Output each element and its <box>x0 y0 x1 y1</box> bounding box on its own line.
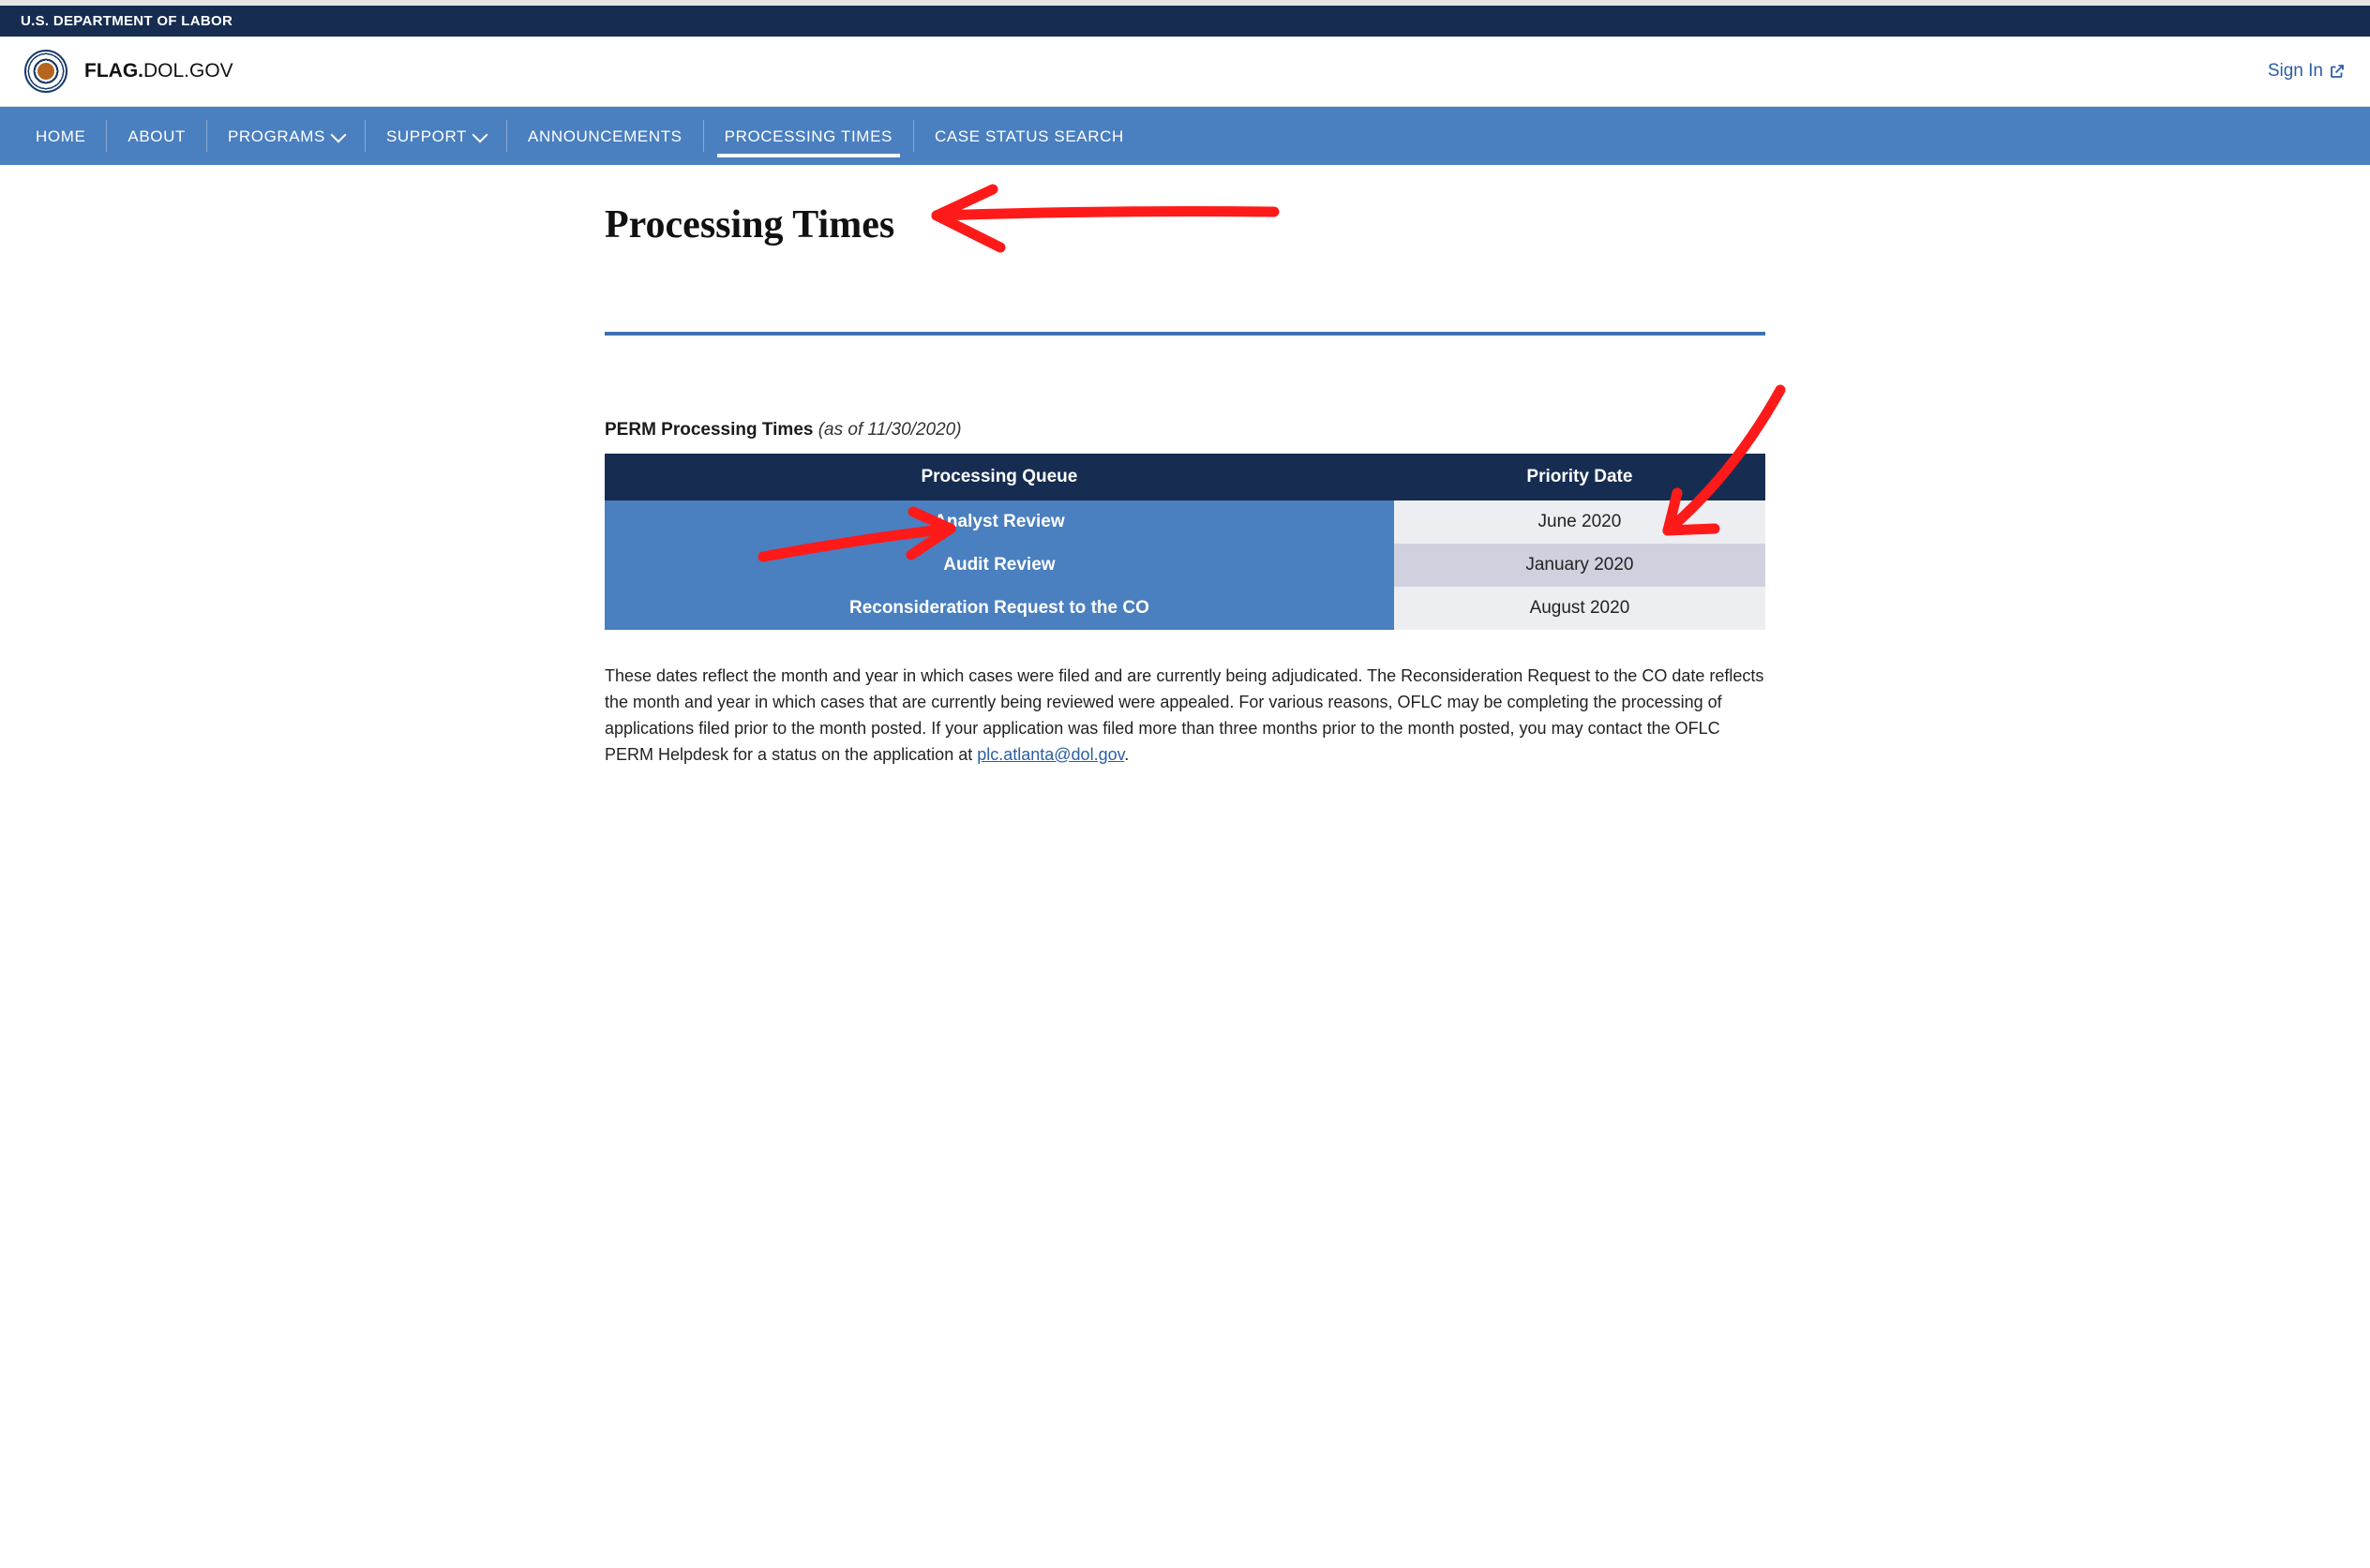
processing-times-table: Processing Queue Priority Date Analyst R… <box>605 454 1765 630</box>
site-title-bold: FLAG. <box>84 60 143 82</box>
chevron-down-icon <box>472 127 488 143</box>
department-label: U.S. DEPARTMENT OF LABOR <box>21 13 232 29</box>
queue-cell: Analyst Review <box>605 500 1394 544</box>
nav-programs-label: PROGRAMS <box>228 127 325 146</box>
note-text: These dates reflect the month and year i… <box>605 666 1763 764</box>
nav-processing-times[interactable]: PROCESSING TIMES <box>704 107 913 165</box>
main-nav: HOME ABOUT PROGRAMS SUPPORT ANNOUNCEMENT… <box>0 107 2370 165</box>
nav-case-status[interactable]: CASE STATUS SEARCH <box>914 107 1145 165</box>
external-link-icon <box>2329 63 2346 80</box>
sign-in-link[interactable]: Sign In <box>2268 61 2346 82</box>
explanatory-note: These dates reflect the month and year i… <box>605 664 1765 769</box>
nav-programs[interactable]: PROGRAMS <box>207 107 365 165</box>
sign-in-label: Sign In <box>2268 61 2323 82</box>
nav-announcements-label: ANNOUNCEMENTS <box>528 127 682 146</box>
table-row: Audit Review January 2020 <box>605 544 1765 587</box>
section-heading-bold: PERM Processing Times <box>605 420 813 440</box>
date-cell: August 2020 <box>1394 587 1765 630</box>
section-heading: PERM Processing Times (as of 11/30/2020) <box>605 420 1765 441</box>
nav-processing-times-label: PROCESSING TIMES <box>725 127 892 146</box>
nav-about-label: ABOUT <box>128 127 186 146</box>
page-title: Processing Times <box>605 202 1765 247</box>
table-row: Analyst Review June 2020 <box>605 500 1765 544</box>
page-content: Processing Times PERM Processing Times (… <box>580 165 1790 825</box>
nav-support[interactable]: SUPPORT <box>366 107 506 165</box>
date-cell: January 2020 <box>1394 544 1765 587</box>
helpdesk-email-link[interactable]: plc.atlanta@dol.gov <box>977 745 1124 764</box>
nav-home-label: HOME <box>36 127 85 146</box>
brand-left: FLAG.DOL.GOV <box>24 50 233 93</box>
section-rule <box>605 332 1765 336</box>
nav-announcements[interactable]: ANNOUNCEMENTS <box>507 107 703 165</box>
note-after: . <box>1124 745 1129 764</box>
nav-about[interactable]: ABOUT <box>107 107 206 165</box>
col-head-queue: Processing Queue <box>605 454 1394 500</box>
table-row: Reconsideration Request to the CO August… <box>605 587 1765 630</box>
brand-bar: FLAG.DOL.GOV Sign In <box>0 37 2370 107</box>
site-title-rest: DOL.GOV <box>143 60 233 82</box>
queue-cell: Audit Review <box>605 544 1394 587</box>
department-bar: U.S. DEPARTMENT OF LABOR <box>0 6 2370 37</box>
col-head-date: Priority Date <box>1394 454 1765 500</box>
nav-support-label: SUPPORT <box>386 127 467 146</box>
nav-case-status-label: CASE STATUS SEARCH <box>935 127 1124 146</box>
dol-seal-icon <box>24 50 68 93</box>
chevron-down-icon <box>330 127 346 143</box>
queue-cell: Reconsideration Request to the CO <box>605 587 1394 630</box>
date-cell: June 2020 <box>1394 500 1765 544</box>
site-title[interactable]: FLAG.DOL.GOV <box>84 60 233 82</box>
nav-home[interactable]: HOME <box>15 107 106 165</box>
section-heading-italic: (as of 11/30/2020) <box>818 420 962 440</box>
